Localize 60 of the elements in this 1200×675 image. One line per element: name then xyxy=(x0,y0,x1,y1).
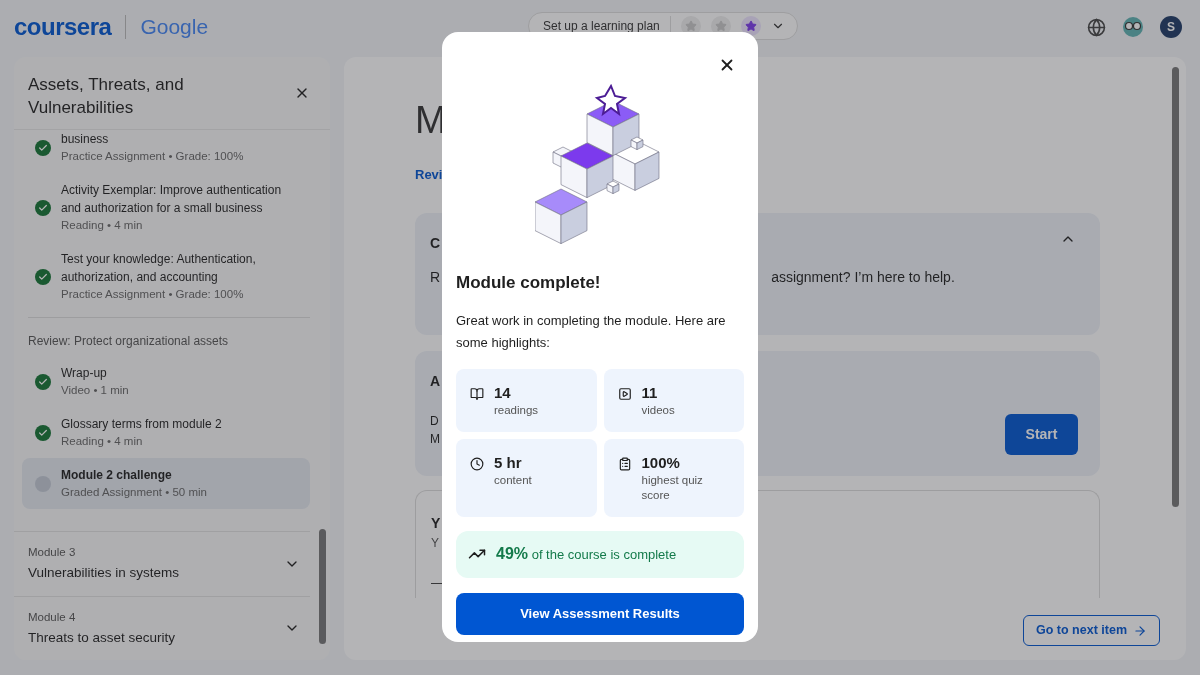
module-accordion[interactable]: Module 3 Vulnerabilities in systems xyxy=(14,531,310,596)
user-avatar[interactable]: S xyxy=(1160,16,1182,38)
lesson-meta: Practice Assignment • Grade: 100% xyxy=(61,149,244,164)
lesson-meta: Practice Assignment • Grade: 100% xyxy=(61,287,245,302)
learning-plan-label: Set up a learning plan xyxy=(543,18,660,35)
glasses-avatar-icon[interactable] xyxy=(1122,16,1144,38)
card-text: D xyxy=(430,412,440,430)
clock-icon xyxy=(470,456,484,471)
next-item-button[interactable]: Go to next item xyxy=(1023,615,1160,646)
card-text: M xyxy=(430,430,441,448)
lesson-item[interactable]: Wrap-up Video • 1 min xyxy=(22,356,310,407)
lesson-title: business xyxy=(61,131,110,148)
sidebar-title: Assets, Threats, and Vulnerabilities xyxy=(28,74,185,119)
module-label: Module 4 xyxy=(28,609,77,625)
view-results-button[interactable]: View Assessment Results xyxy=(456,592,744,635)
book-icon xyxy=(470,386,484,401)
module-title: Vulnerabilities in systems xyxy=(28,564,180,583)
start-button[interactable]: Start xyxy=(1005,413,1078,455)
section-heading: Review: Protect organizational assets xyxy=(28,333,230,350)
stat-label: videos xyxy=(641,402,675,418)
dialog-text: Great work in completing the module. Here are some highlights: xyxy=(456,311,727,352)
lesson-item[interactable]: Activity Exemplar: Improve authentication and authorization for a small business Reading • 4 min xyxy=(22,173,310,242)
lesson-item[interactable]: Test your knowledge: Authentication, authorization, and accounting Practice Assignment • Grade: 100% xyxy=(22,242,310,311)
card-text: Y xyxy=(431,534,440,552)
coach-text: assignment? I’m here to help. xyxy=(771,267,955,287)
stat-value: 5 hr xyxy=(494,452,523,473)
lesson-meta: Video • 1 min xyxy=(61,383,129,398)
lesson-title: Glossary terms from module 2 xyxy=(61,416,222,433)
stat-label: readings xyxy=(494,402,539,418)
lesson-item[interactable]: Module 2 challenge Graded Assignment • 50 min xyxy=(22,458,310,509)
stat-label: content xyxy=(494,472,532,488)
clipboard-icon xyxy=(617,456,632,471)
stat-label: highest quiz score xyxy=(641,472,704,503)
module-title: Threats to asset security xyxy=(28,628,176,647)
partner-logo: Google xyxy=(140,14,209,41)
progress-text: 49% of the course is complete xyxy=(496,544,677,564)
lesson-title: Activity Exemplar: Improve authentication and authorization for a small business xyxy=(61,182,283,217)
dialog-title: Module complete! xyxy=(456,272,602,294)
card-title: A xyxy=(430,371,441,391)
globe-icon[interactable] xyxy=(1087,17,1106,37)
coach-text: R xyxy=(430,267,441,287)
lesson-item[interactable]: business Practice Assignment • Grade: 100% xyxy=(22,130,310,173)
card-title: Y xyxy=(431,513,442,533)
lesson-title: Test your knowledge: Authentication, authorization, and accounting xyxy=(61,251,257,286)
stat-value: 100% xyxy=(641,452,681,473)
lesson-item[interactable]: Glossary terms from module 2 Reading • 4 min xyxy=(22,407,310,458)
lesson-title: Module 2 challenge xyxy=(61,467,173,484)
lesson-title: Wrap-up xyxy=(61,365,108,382)
video-icon xyxy=(617,386,632,401)
lesson-meta: Reading • 4 min xyxy=(61,218,144,233)
lesson-meta: Graded Assignment • 50 min xyxy=(61,485,207,500)
stat-value: 14 xyxy=(494,382,512,403)
scrollbar-thumb[interactable] xyxy=(1172,67,1179,507)
stat-value: 11 xyxy=(641,382,659,403)
module-accordion[interactable]: Module 4 Threats to asset security xyxy=(14,595,310,660)
lesson-meta: Reading • 4 min xyxy=(61,434,144,449)
card-title: C xyxy=(430,234,441,251)
coursera-logo[interactable]: coursera xyxy=(14,9,112,45)
scrollbar-thumb[interactable] xyxy=(319,529,326,644)
module-label: Module 3 xyxy=(28,545,77,560)
